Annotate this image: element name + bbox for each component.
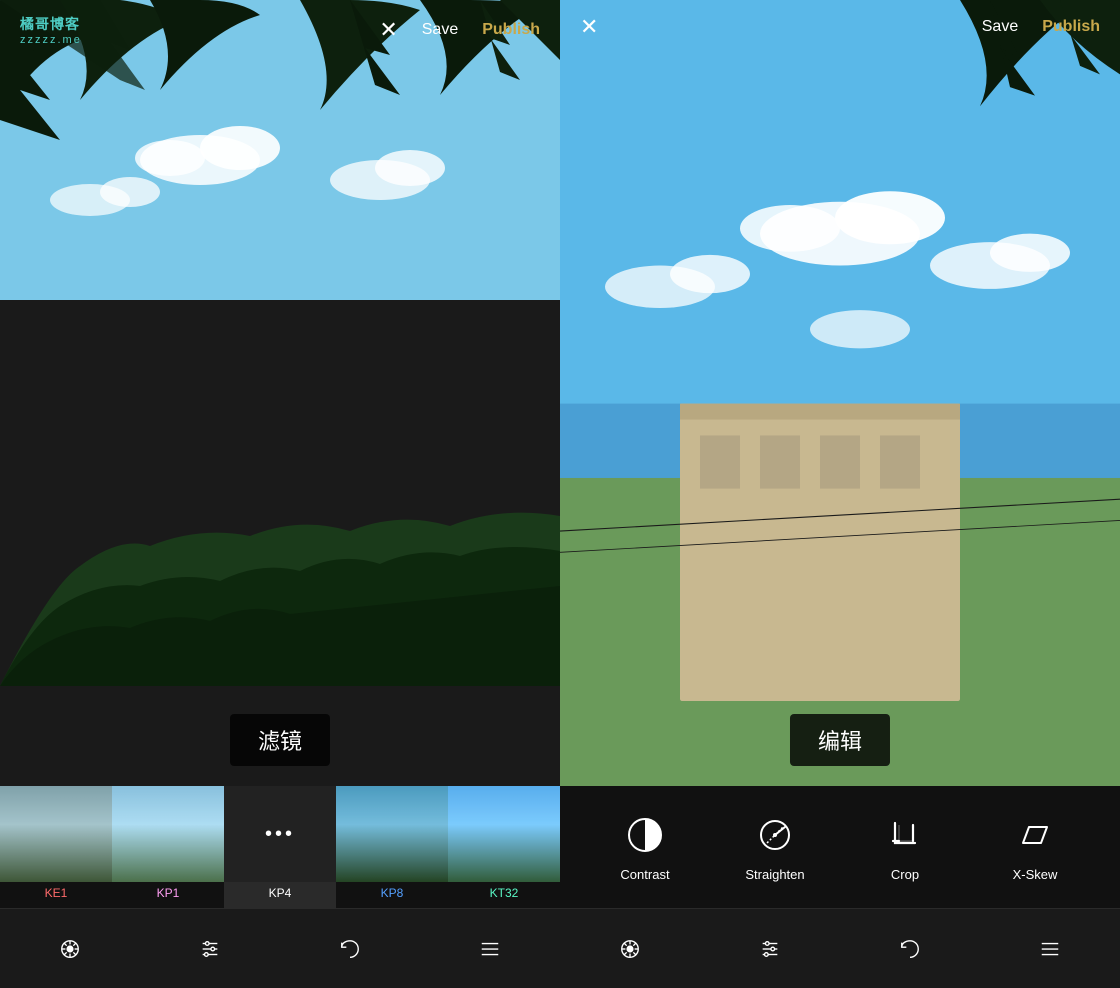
left-toolbar-menu-btn[interactable]: [469, 928, 511, 970]
filter-thumbnail-kt32: [448, 786, 560, 882]
right-toolbar-menu-btn[interactable]: [1029, 928, 1071, 970]
crop-tool[interactable]: Crop: [840, 813, 970, 882]
xskew-label: X-Skew: [1013, 867, 1058, 882]
xskew-icon: [1013, 813, 1057, 857]
filter-label-kp4: KP4: [269, 886, 292, 900]
xskew-tool[interactable]: X-Skew: [970, 813, 1100, 882]
right-undo-icon: [899, 938, 921, 960]
right-close-button[interactable]: ✕: [580, 14, 598, 40]
crop-icon: [883, 813, 927, 857]
right-menu-icon: [1039, 938, 1061, 960]
filter-wheel-icon: [59, 938, 81, 960]
filter-item-kp8[interactable]: KP8: [336, 786, 448, 908]
left-header: 橘哥博客 zzzzz.me ✕ Save Publish: [0, 0, 560, 60]
filter-label-kp8: KP8: [381, 886, 404, 900]
filter-thumb-kt32: [448, 786, 560, 882]
filter-thumb-kp4-dots: •••: [224, 786, 336, 882]
filter-thumbnail-kp4: •••: [224, 786, 336, 882]
filter-label-ke: KE1: [45, 886, 68, 900]
dots-icon: •••: [265, 823, 295, 846]
right-toolbar-undo-btn[interactable]: [889, 928, 931, 970]
right-publish-button[interactable]: Publish: [1042, 18, 1100, 36]
filter-strip: KE1 KP1 ••• KP4 KP8 K: [0, 786, 560, 908]
right-toolbar: [560, 908, 1120, 988]
left-toolbar-filter-btn[interactable]: [49, 928, 91, 970]
right-panel: ✕ Save Publish: [560, 0, 1120, 988]
filter-item-kp4[interactable]: ••• KP4: [224, 786, 336, 908]
left-toolbar-adjust-btn[interactable]: [189, 928, 231, 970]
contrast-icon: [623, 813, 667, 857]
watermark-line2: zzzzz.me: [20, 34, 82, 46]
watermark: 橘哥博客 zzzzz.me: [20, 14, 82, 46]
filter-thumbnail-ke: [0, 786, 112, 882]
right-filter-wheel-icon: [619, 938, 641, 960]
undo-icon: [339, 938, 361, 960]
filter-item-kp1[interactable]: KP1: [112, 786, 224, 908]
right-scene: [560, 0, 1120, 786]
contrast-label: Contrast: [620, 867, 669, 882]
filter-thumbnail-kp8: [336, 786, 448, 882]
right-header-actions: Save Publish: [982, 18, 1100, 36]
straighten-label: Straighten: [745, 867, 804, 882]
right-toolbar-adjust-btn[interactable]: [749, 928, 791, 970]
left-toolbar-undo-btn[interactable]: [329, 928, 371, 970]
straighten-tool[interactable]: Straighten: [710, 813, 840, 882]
right-toolbar-filter-btn[interactable]: [609, 928, 651, 970]
right-mode-label: 编辑: [790, 714, 890, 766]
filter-thumbnail-kp1: [112, 786, 224, 882]
right-image-area: 编辑: [560, 0, 1120, 786]
filter-label-kp1: KP1: [157, 886, 180, 900]
left-close-button[interactable]: ✕: [379, 17, 397, 43]
left-bottom-trees: [0, 386, 560, 686]
right-save-button[interactable]: Save: [982, 18, 1018, 36]
filter-item-ke[interactable]: KE1: [0, 786, 112, 908]
filter-item-kt32[interactable]: KT32: [448, 786, 560, 908]
crop-label: Crop: [891, 867, 919, 882]
left-mode-label: 滤镜: [230, 714, 330, 766]
left-image-area: 滤镜: [0, 0, 560, 786]
edit-tools: Contrast Straighten: [560, 786, 1120, 908]
menu-icon: [479, 938, 501, 960]
sliders-icon: [199, 938, 221, 960]
filter-label-kt32: KT32: [490, 886, 519, 900]
watermark-line1: 橘哥博客: [20, 14, 82, 34]
filter-thumb-kp1: [112, 786, 224, 882]
left-save-button[interactable]: Save: [422, 21, 458, 39]
contrast-tool[interactable]: Contrast: [580, 813, 710, 882]
left-panel: 橘哥博客 zzzzz.me ✕ Save Publish: [0, 0, 560, 988]
left-toolbar: [0, 908, 560, 988]
filter-thumb-kp8: [336, 786, 448, 882]
straighten-icon: [753, 813, 797, 857]
right-header: ✕ Save Publish: [560, 0, 1120, 54]
filter-thumb-ke: [0, 786, 112, 882]
left-header-actions: ✕ Save Publish: [379, 17, 540, 43]
left-publish-button[interactable]: Publish: [482, 21, 540, 39]
right-sliders-icon: [759, 938, 781, 960]
